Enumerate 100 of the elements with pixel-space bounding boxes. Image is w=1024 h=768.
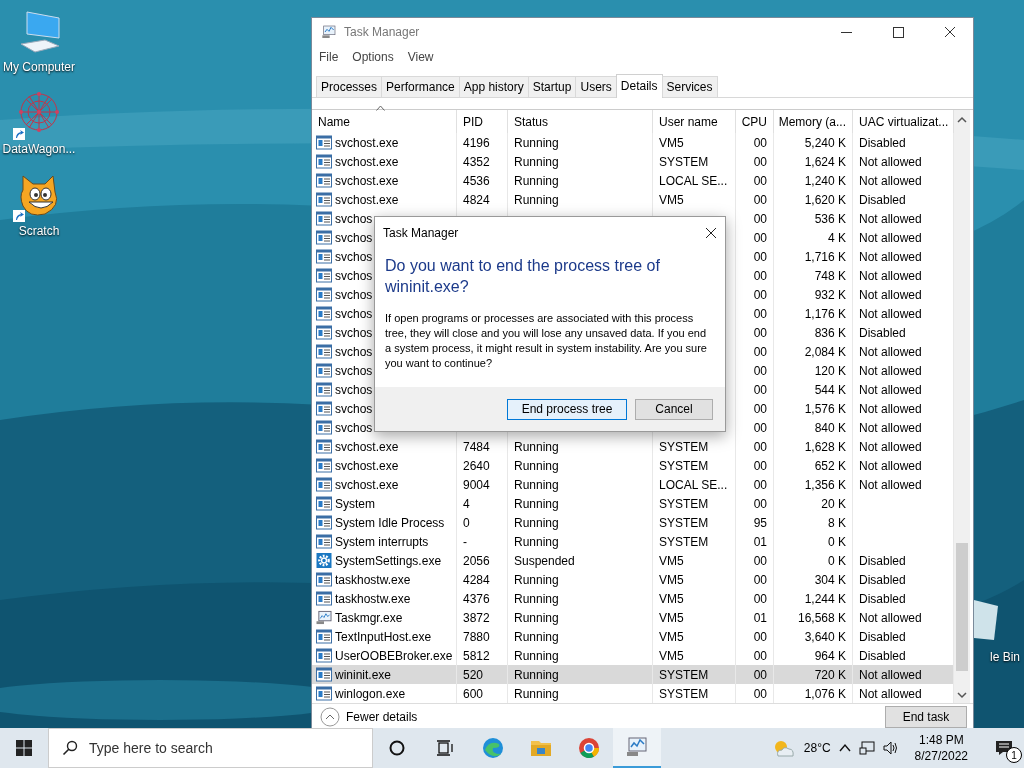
- scroll-up-icon[interactable]: [957, 116, 967, 124]
- windows-logo-icon[interactable]: [16, 740, 32, 756]
- table-cell: 1,624 K: [804, 154, 846, 169]
- end-task-button[interactable]: End task: [885, 705, 967, 728]
- table-cell: 00: [753, 458, 767, 473]
- table-cell: 00: [753, 268, 767, 283]
- column-header[interactable]: Status: [508, 110, 653, 133]
- folder-icon[interactable]: [531, 741, 551, 756]
- app-icon: [316, 135, 332, 150]
- column-header[interactable]: User name: [653, 110, 736, 133]
- table-cell: Not allowed: [859, 344, 922, 359]
- table-cell: wininit.exe: [335, 667, 392, 682]
- app-icon: [316, 477, 332, 492]
- column-header[interactable]: PID: [457, 110, 508, 133]
- desktop-icon-label[interactable]: Scratch: [18, 224, 60, 238]
- notification-button[interactable]: 1: [984, 728, 1024, 768]
- tab[interactable]: Processes: [316, 76, 383, 97]
- minimize-icon[interactable]: [840, 31, 852, 33]
- selected-row-highlight[interactable]: wininit.exe 520 Running SYSTEM 00 720 K Not allowed: [312, 665, 954, 684]
- tab[interactable]: Performance: [381, 76, 460, 97]
- table-cell: 1,716 K: [804, 249, 846, 264]
- table-cell: SYSTEM: [659, 154, 709, 169]
- edge-icon[interactable]: [483, 738, 503, 758]
- menu-item[interactable]: File: [319, 50, 339, 64]
- app-icon: [316, 572, 332, 587]
- table-cell: 1,176 K: [804, 306, 846, 321]
- app-icon: [316, 268, 332, 283]
- desktop-icon-label[interactable]: My Computer: [3, 60, 75, 74]
- table-cell: Running: [514, 173, 559, 188]
- table-cell: svchost.exe: [335, 477, 399, 492]
- table-cell: svchos: [335, 211, 373, 226]
- close-icon[interactable]: [944, 26, 956, 38]
- search-field[interactable]: Type here to search: [48, 728, 373, 768]
- table-cell: svchos: [335, 325, 373, 340]
- speaker-icon[interactable]: [882, 741, 899, 755]
- tab[interactable]: Services: [661, 76, 718, 97]
- taskbar-button[interactable]: [613, 728, 661, 768]
- chevron-up-icon[interactable]: [838, 743, 851, 753]
- table-cell: SystemSettings.exe: [335, 553, 442, 568]
- table-cell: VM5: [659, 135, 684, 150]
- column-header[interactable]: CPU: [736, 110, 774, 133]
- table-cell: Running: [514, 439, 559, 454]
- table-cell: 0: [463, 515, 470, 530]
- column-header[interactable]: Name: [312, 110, 457, 133]
- clock[interactable]: 1:48 PM 8/27/2022: [906, 732, 976, 764]
- dialog-button[interactable]: Cancel: [635, 398, 713, 420]
- close-icon[interactable]: [705, 227, 717, 239]
- column-header[interactable]: Memory (a...: [774, 110, 853, 133]
- circle-icon[interactable]: [389, 740, 405, 756]
- table-cell: 00: [753, 230, 767, 245]
- table-cell: VM5: [659, 192, 684, 207]
- table-cell: 20 K: [821, 496, 846, 511]
- table-cell: Running: [514, 477, 559, 492]
- table-cell: svchos: [335, 230, 373, 245]
- table-cell: Disabled: [859, 629, 906, 644]
- dialog-button[interactable]: End process tree: [507, 398, 627, 420]
- table-cell: 00: [753, 496, 767, 511]
- table-cell: 5,240 K: [804, 135, 846, 150]
- temperature-text[interactable]: 28°C: [803, 741, 831, 755]
- table-cell: Taskmgr.exe: [335, 610, 403, 625]
- table-cell: 00: [753, 249, 767, 264]
- table-cell: 4536: [463, 173, 490, 188]
- tab[interactable]: App history: [458, 76, 529, 97]
- tab[interactable]: Users: [575, 76, 617, 97]
- tab[interactable]: Startup: [527, 76, 577, 97]
- table-cell: Not allowed: [859, 610, 922, 625]
- table-cell: Disabled: [859, 553, 906, 568]
- task-view-icon[interactable]: [436, 740, 454, 756]
- table-cell: 00: [753, 135, 767, 150]
- table-cell: svchos: [335, 363, 373, 378]
- table-cell: UserOOBEBroker.exe: [335, 648, 453, 663]
- menu-item[interactable]: Options: [352, 50, 394, 64]
- menu-item[interactable]: View: [407, 50, 434, 64]
- table-cell: 5812: [463, 648, 490, 663]
- table-cell: Not allowed: [859, 268, 922, 283]
- table-cell: svchost.exe: [335, 154, 399, 169]
- table-cell: Running: [514, 458, 559, 473]
- table-cell: Not allowed: [859, 211, 922, 226]
- app-icon: [316, 344, 332, 359]
- table-cell: System: [335, 496, 375, 511]
- network-icon[interactable]: [858, 741, 875, 755]
- desktop-icon-label[interactable]: DataWagon...: [2, 142, 76, 156]
- table-cell: Running: [514, 610, 559, 625]
- scrollbar[interactable]: [954, 133, 970, 703]
- table-cell: 2056: [463, 553, 490, 568]
- table-cell: SYSTEM: [659, 515, 709, 530]
- scroll-down-icon[interactable]: [957, 691, 967, 699]
- scrollbar-thumb[interactable]: [956, 543, 968, 671]
- chrome-icon[interactable]: [579, 738, 599, 759]
- table-cell: 1,628 K: [804, 439, 846, 454]
- tab[interactable]: Details: [615, 74, 663, 98]
- table-cell: Not allowed: [859, 154, 922, 169]
- fewer-details-button[interactable]: Fewer details: [320, 706, 418, 727]
- task-manager-icon[interactable]: [627, 737, 647, 756]
- maximize-icon[interactable]: [892, 26, 904, 38]
- desktop-icon-label[interactable]: le Bin: [989, 650, 1020, 664]
- table-cell: svchos: [335, 287, 373, 302]
- table-cell: SYSTEM: [659, 458, 709, 473]
- monitor-icon: [316, 610, 332, 625]
- table-cell: 1,244 K: [804, 591, 846, 606]
